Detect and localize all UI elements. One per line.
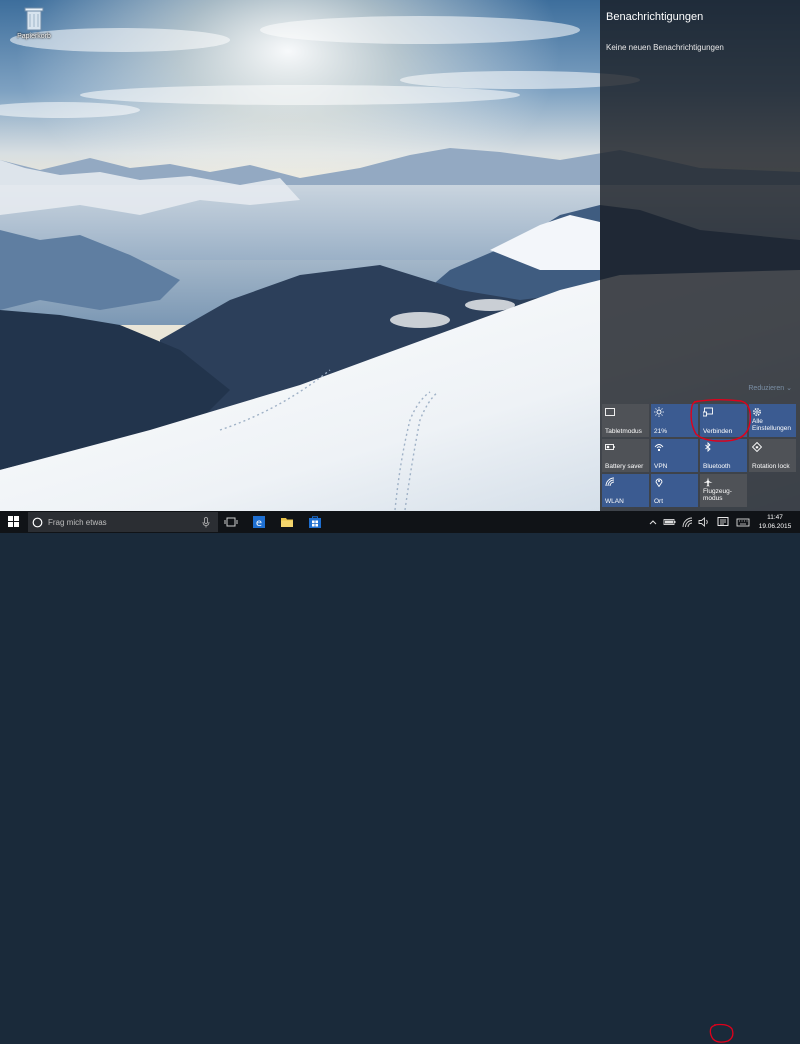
- tile-label: Alle Einstellungen: [752, 418, 792, 432]
- desktop-icon-label: Papierkorb: [17, 33, 51, 40]
- tile-label: WLAN: [605, 498, 624, 505]
- taskbar-app-store[interactable]: [302, 511, 328, 533]
- taskbar-app-file-explorer[interactable]: [274, 511, 300, 533]
- clock-time: 11:47: [767, 514, 783, 521]
- tile-label: Tabletmodus: [605, 428, 642, 435]
- tile-label: Verbinden: [703, 428, 733, 435]
- ie-icon: e: [253, 516, 265, 529]
- vpn-icon: [654, 444, 664, 451]
- tile-rotation-lock[interactable]: Rotation lock: [749, 439, 796, 472]
- search-input[interactable]: [48, 515, 198, 529]
- tile-all-settings[interactable]: Alle Einstellungen: [749, 404, 796, 437]
- wlan-icon: [605, 477, 615, 487]
- tile-label: 21%: [654, 428, 668, 435]
- collapse-link[interactable]: Reduzieren ⌄: [748, 384, 792, 392]
- cortana-icon: [32, 517, 43, 528]
- taskbar: e 11:47 19.06.2015: [0, 511, 800, 1043]
- microphone-icon[interactable]: [202, 517, 210, 528]
- search-box[interactable]: [28, 512, 218, 532]
- taskbar-app-ie[interactable]: e: [246, 511, 272, 533]
- start-button[interactable]: [0, 511, 28, 533]
- tile-bluetooth[interactable]: Bluetooth: [700, 439, 747, 472]
- volume-icon[interactable]: [697, 515, 711, 529]
- tile-label: Flugzeug-modus: [703, 488, 732, 502]
- keyboard-icon[interactable]: [736, 515, 750, 529]
- bluetooth-icon: [705, 442, 711, 452]
- connect-icon: [703, 407, 713, 417]
- clock[interactable]: 11:47 19.06.2015: [756, 513, 794, 531]
- battery-icon[interactable]: [663, 515, 677, 529]
- no-notifications-message: Keine neuen Benachrichtigungen: [606, 43, 724, 52]
- action-center-title: Benachrichtigungen: [606, 11, 704, 23]
- tile-wlan[interactable]: WLAN: [602, 474, 649, 507]
- tile-location[interactable]: Ort: [651, 474, 698, 507]
- tile-label: Ort: [654, 498, 664, 505]
- tile-tablet-mode[interactable]: Tabletmodus: [602, 404, 649, 437]
- tile-label: VPN: [654, 463, 668, 470]
- chevron-up-icon[interactable]: [646, 515, 660, 529]
- rotation-lock-icon: [752, 442, 762, 452]
- svg-text:e: e: [256, 518, 262, 529]
- tile-label: Battery saver: [605, 463, 644, 470]
- action-center-icon[interactable]: [716, 515, 730, 529]
- clock-date: 19.06.2015: [758, 523, 792, 530]
- location-icon: [655, 478, 663, 487]
- task-view-icon: [224, 517, 238, 527]
- airplane-mode-icon: [703, 477, 713, 487]
- brightness-icon: [654, 407, 664, 417]
- recycle-bin-icon: [24, 7, 44, 31]
- tile-connect[interactable]: Verbinden: [700, 404, 747, 437]
- battery-saver-icon: [605, 444, 615, 450]
- windows-logo-icon: [8, 516, 19, 527]
- quick-action-tiles: Tabletmodus 21% Verbinden Alle Einstellu…: [602, 404, 798, 507]
- desktop-icon-recycle-bin[interactable]: Papierkorb: [12, 4, 56, 40]
- store-icon: [309, 516, 321, 528]
- tile-vpn[interactable]: VPN: [651, 439, 698, 472]
- annotation-circle-action-center: [709, 1023, 734, 1043]
- network-icon[interactable]: [680, 515, 694, 529]
- tile-airplane-mode[interactable]: Flugzeug-modus: [700, 474, 747, 507]
- task-view-button[interactable]: [218, 511, 244, 533]
- tablet-mode-icon: [605, 408, 615, 416]
- tile-brightness[interactable]: 21%: [651, 404, 698, 437]
- tile-label: Rotation lock: [752, 463, 790, 470]
- tile-battery-saver[interactable]: Battery saver: [602, 439, 649, 472]
- file-explorer-icon: [281, 518, 293, 527]
- tile-label: Bluetooth: [703, 463, 731, 470]
- settings-icon: [753, 408, 761, 416]
